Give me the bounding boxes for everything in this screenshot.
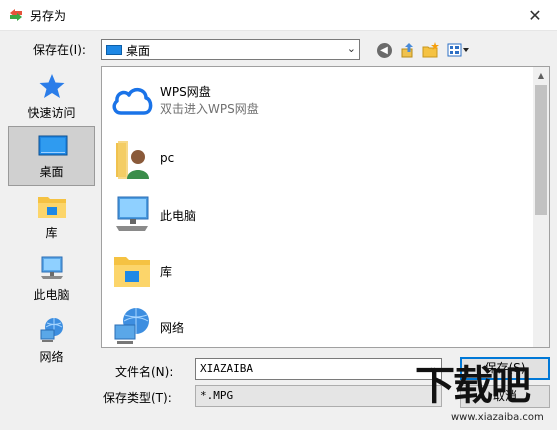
back-button[interactable]: ◀ xyxy=(374,40,394,60)
place-library[interactable]: 库 xyxy=(8,186,95,246)
place-this-pc[interactable]: 此电脑 xyxy=(8,248,95,308)
save-in-label: 保存在(I): xyxy=(33,43,86,57)
file-list[interactable]: WPS网盘 双击进入WPS网盘 pc 此电脑 库 网络 ▲ xyxy=(101,66,550,348)
watermark-url: www.xiazaiba.com xyxy=(451,412,544,423)
file-name: WPS网盘 xyxy=(160,85,211,99)
save-as-icon xyxy=(10,9,22,21)
vertical-scrollbar[interactable]: ▲ xyxy=(533,67,549,347)
file-name: 此电脑 xyxy=(160,209,197,223)
scrollbar-thumb[interactable] xyxy=(535,85,547,215)
filename-label: 文件名(N): xyxy=(115,365,174,379)
list-item-wps-cloud[interactable]: WPS网盘 双击进入WPS网盘 xyxy=(106,75,526,125)
library-icon xyxy=(38,197,66,218)
network-icon xyxy=(40,318,63,342)
file-name: 网络 xyxy=(160,321,185,335)
location-value: 桌面 xyxy=(126,44,151,58)
list-item-this-pc[interactable]: 此电脑 xyxy=(106,189,526,239)
computer-icon xyxy=(41,256,63,279)
chevron-down-icon: ⌄ xyxy=(346,42,356,55)
cloud-icon xyxy=(112,88,153,115)
scroll-up-icon[interactable]: ▲ xyxy=(533,67,549,84)
place-desktop[interactable]: 桌面 xyxy=(8,126,95,186)
watermark-text: 下载吧 xyxy=(415,363,531,409)
close-button[interactable]: ✕ xyxy=(513,0,557,31)
computer-icon xyxy=(116,196,149,231)
title-bar: 另存为 ✕ xyxy=(0,0,557,31)
view-menu-icon xyxy=(447,43,469,57)
place-network[interactable]: 网络 xyxy=(8,310,95,370)
place-label: 库 xyxy=(45,226,58,240)
place-label: 桌面 xyxy=(39,165,64,179)
window-title: 另存为 xyxy=(30,9,67,23)
place-label: 网络 xyxy=(39,350,64,364)
file-name: 库 xyxy=(160,265,173,279)
user-folder-icon xyxy=(116,141,149,179)
place-quick-access[interactable]: 快速访问 xyxy=(8,66,95,126)
places-bar: 快速访问 桌面 库 此电脑 网络 xyxy=(8,66,95,386)
desktop-icon xyxy=(38,135,68,156)
close-icon: ✕ xyxy=(528,6,542,25)
filename-value: XIAZAIBA xyxy=(200,362,253,375)
network-icon xyxy=(114,308,149,344)
new-folder-icon xyxy=(422,42,439,58)
place-label: 快速访问 xyxy=(27,106,76,120)
desktop-icon xyxy=(106,45,122,55)
filetype-value: *.MPG xyxy=(200,389,234,402)
library-icon xyxy=(114,257,150,287)
back-icon: ◀ xyxy=(376,42,392,58)
list-item-network[interactable]: 网络 xyxy=(106,301,526,347)
star-icon xyxy=(39,74,65,98)
filetype-label: 保存类型(T): xyxy=(103,391,172,405)
view-menu-button[interactable] xyxy=(446,40,472,60)
up-folder-icon xyxy=(401,43,413,58)
location-dropdown[interactable]: 桌面 ⌄ xyxy=(101,39,360,60)
file-name: pc xyxy=(160,151,175,165)
list-item-library[interactable]: 库 xyxy=(106,245,526,295)
up-folder-button[interactable] xyxy=(398,40,418,60)
place-label: 此电脑 xyxy=(33,288,70,302)
watermark-logo: 下载吧 www.xiazaiba.com xyxy=(415,362,557,430)
file-subtitle: 双击进入WPS网盘 xyxy=(160,102,259,116)
filetype-select[interactable]: *.MPG xyxy=(195,385,442,407)
list-item-pc[interactable]: pc xyxy=(106,133,526,183)
new-folder-button[interactable] xyxy=(421,40,441,60)
filename-input[interactable]: XIAZAIBA ⌄ xyxy=(195,358,442,380)
